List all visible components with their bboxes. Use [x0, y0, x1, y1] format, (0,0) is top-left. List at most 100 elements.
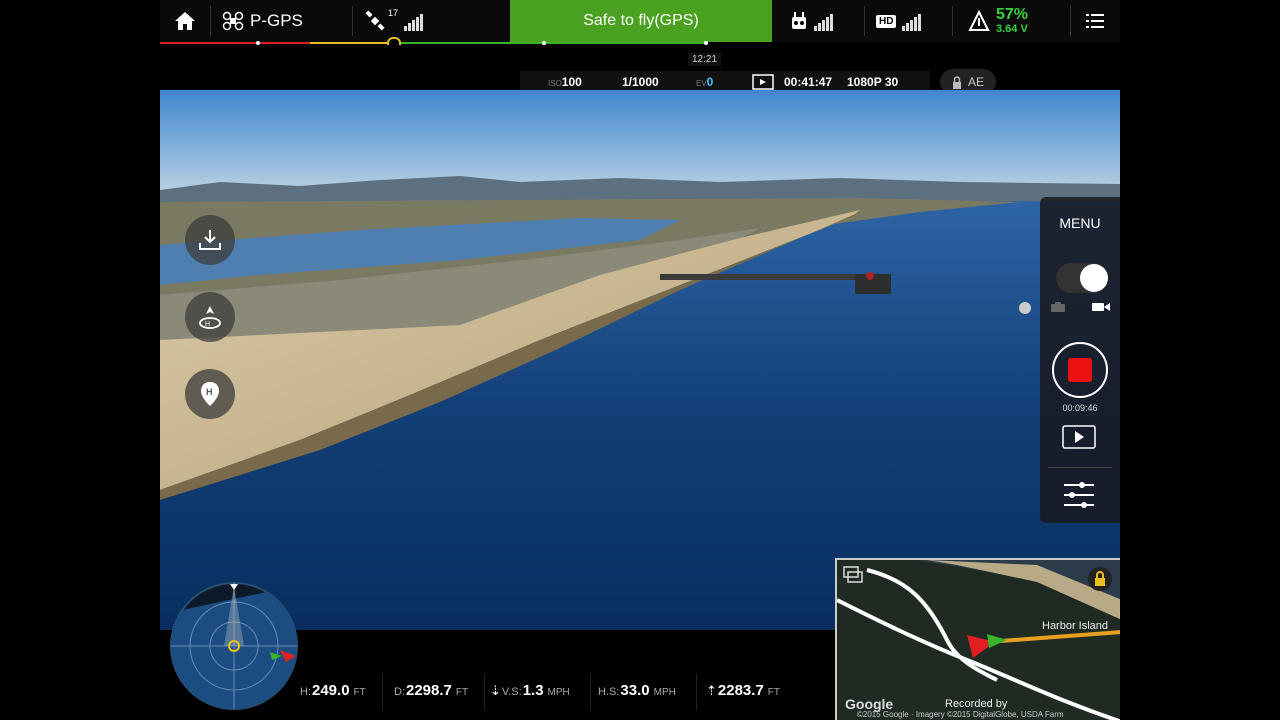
person-altitude-icon: ⇡	[706, 683, 717, 698]
satellite-icon	[365, 10, 385, 31]
dji-go-app: P-GPS 17 Safe to fly(GPS) HD 57% 3.64 V	[160, 0, 1120, 720]
battery-percent: 57%	[996, 6, 1029, 23]
camera-icon	[1051, 302, 1065, 312]
home-icon	[175, 12, 195, 30]
map-pin-icon: H	[201, 382, 219, 406]
vs-value: 1.3	[522, 682, 544, 699]
list-menu-icon	[1086, 14, 1104, 28]
return-home-button[interactable]: H	[185, 292, 235, 342]
svg-text:H: H	[206, 387, 213, 397]
minimap[interactable]: Harbor Island Google Recorded by ©2015 G…	[835, 558, 1120, 720]
divider	[484, 674, 485, 710]
aerial-coast-image	[160, 90, 1120, 630]
record-stop-icon	[1068, 358, 1092, 382]
map-pin-button[interactable]: H	[185, 369, 235, 419]
remote-controller-icon	[792, 12, 806, 29]
vs-unit: MPH	[547, 687, 570, 698]
iso-value: 100	[561, 75, 582, 89]
hs-label: H.S:	[598, 686, 620, 698]
time-marker-label: 12:21	[688, 53, 722, 66]
ev-value: 0	[706, 75, 714, 89]
record-time-remaining: 00:41:47	[784, 75, 833, 89]
map-lock-icon[interactable]	[1087, 566, 1113, 592]
hs-value: 33.0	[620, 682, 650, 699]
divider	[210, 6, 211, 36]
divider	[952, 6, 953, 36]
horizontal-speed-readout: H.S:33.0 MPH	[598, 682, 676, 699]
camera-settings-icon[interactable]	[1064, 480, 1094, 512]
distance-value: 2298.7	[406, 682, 452, 699]
alt-value: 2283.7	[717, 682, 764, 699]
height-unit: FT	[353, 687, 366, 698]
sd-card-icon	[752, 74, 774, 90]
home-button[interactable]	[174, 0, 196, 42]
rc-signal[interactable]	[790, 0, 834, 42]
iso-label: ISO	[548, 79, 562, 88]
distance-unit: FT	[455, 687, 469, 698]
altitude-readout: ⇡2283.7 FT	[706, 682, 780, 699]
camera-live-view[interactable]: H H	[160, 90, 1120, 630]
gps-status[interactable]: 17	[364, 0, 424, 42]
recorded-by-label: Recorded by	[945, 698, 1008, 710]
iso-readout[interactable]: ISO100	[548, 75, 582, 89]
flight-mode-label: P-GPS	[250, 11, 303, 30]
rc-signal-bars	[814, 11, 834, 31]
gimbal-indicator[interactable]	[1019, 302, 1031, 314]
hs-unit: MPH	[653, 687, 676, 698]
divider	[864, 6, 865, 36]
camera-settings-bar: 12:21 ISO100 1/1000 EV0 00:41:47 1080P 3…	[160, 45, 1120, 95]
distance-readout: D:2298.7 FT	[394, 682, 468, 699]
divider	[352, 6, 353, 36]
battery-icon	[968, 10, 990, 31]
playback-button[interactable]	[1062, 425, 1096, 449]
attitude-radar[interactable]	[168, 580, 300, 712]
gimbal-scale[interactable]	[1019, 230, 1031, 420]
panel-divider	[1048, 467, 1112, 468]
video-resolution[interactable]: 1080P 30	[847, 75, 898, 89]
map-credit: ©2015 Google · Imagery ©2015 DigitalGlob…	[857, 710, 1064, 719]
height-value: 249.0	[312, 682, 350, 699]
ae-label: AE	[967, 75, 984, 89]
video-icon	[1092, 303, 1110, 311]
shutter-readout[interactable]: 1/1000	[622, 75, 659, 89]
drone-icon	[222, 11, 244, 31]
toggle-knob[interactable]	[1080, 264, 1108, 292]
distance-label: D:	[394, 686, 405, 698]
photo-video-toggle[interactable]	[1056, 263, 1108, 293]
camera-control-panel: MENU 00:09:46	[1040, 197, 1120, 523]
hd-badge: HD	[876, 14, 897, 28]
ev-label: EV	[696, 79, 707, 88]
download-button[interactable]	[185, 215, 235, 265]
main-menu-button[interactable]	[1086, 0, 1104, 42]
gps-count: 17	[388, 8, 399, 18]
recording-elapsed: 00:09:46	[1062, 403, 1098, 413]
ev-readout[interactable]: EV0	[696, 75, 713, 89]
divider	[696, 674, 697, 710]
camera-menu-button[interactable]: MENU	[1040, 215, 1120, 231]
hd-signal[interactable]: HD	[876, 0, 922, 42]
download-icon	[199, 230, 221, 250]
vertical-speed-readout: ⇣V.S:1.3 MPH	[490, 682, 570, 699]
battery-status[interactable]: 57% 3.64 V	[968, 0, 1028, 42]
top-status-bar: P-GPS 17 Safe to fly(GPS) HD 57% 3.64 V	[160, 0, 1120, 42]
divider	[1070, 6, 1071, 36]
flight-status-text: Safe to fly(GPS)	[583, 12, 699, 29]
battery-voltage: 3.64 V	[996, 23, 1028, 35]
divider	[382, 674, 383, 710]
svg-text:H: H	[205, 321, 210, 328]
gps-signal-bars	[404, 11, 424, 31]
down-arrow-icon: ⇣	[490, 683, 501, 698]
height-label: H:	[300, 686, 311, 698]
alt-unit: FT	[767, 687, 781, 698]
flight-status-banner[interactable]: Safe to fly(GPS)	[510, 0, 772, 42]
map-place-label: Harbor Island	[1042, 620, 1109, 632]
flight-mode[interactable]: P-GPS	[222, 0, 303, 42]
vs-label: V.S:	[501, 686, 522, 698]
hd-signal-bars	[902, 11, 922, 31]
map-expand-icon[interactable]	[843, 566, 863, 584]
return-home-icon: H	[199, 306, 221, 329]
height-readout: H:249.0 FT	[300, 682, 366, 699]
divider	[590, 674, 591, 710]
lock-icon	[952, 75, 961, 89]
record-button[interactable]	[1052, 342, 1108, 398]
